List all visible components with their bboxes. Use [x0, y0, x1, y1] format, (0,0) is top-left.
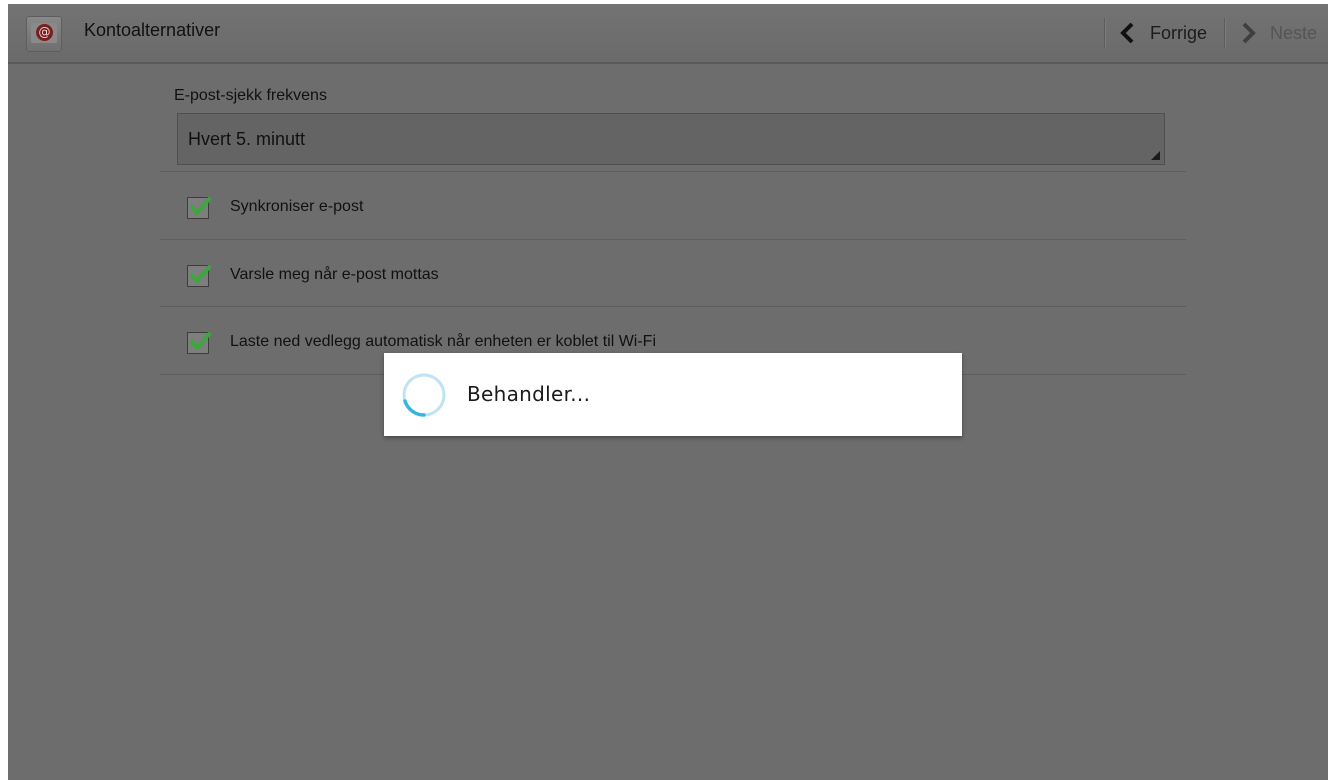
notify-label: Varsle meg når e-post mottas [230, 266, 439, 283]
next-button[interactable]: Neste [1240, 14, 1317, 52]
prev-label: Forrige [1150, 22, 1208, 43]
chevron-right-icon [1242, 22, 1256, 44]
sync-email-checkbox[interactable] [187, 196, 212, 219]
next-label: Neste [1270, 22, 1318, 43]
dialog-message: Behandler... [467, 382, 591, 406]
checkmark-icon [189, 264, 212, 283]
divider [160, 306, 1186, 307]
download-attachments-label: Laste ned vedlegg automatisk når enheten… [230, 333, 657, 350]
notify-checkbox[interactable] [187, 264, 212, 287]
action-bar: @ Kontoalternativer Forrige Neste [8, 4, 1328, 64]
divider [1104, 18, 1106, 48]
checkmark-icon [189, 196, 212, 215]
download-attachments-checkbox[interactable] [187, 331, 212, 354]
frequency-select[interactable]: Hvert 5. minutt [177, 113, 1165, 165]
progress-dialog: Behandler... [384, 353, 962, 436]
option-notify[interactable]: Varsle meg når e-post mottas [160, 241, 1186, 307]
prev-button[interactable]: Forrige [1120, 14, 1207, 52]
divider [160, 171, 1186, 172]
sync-email-label: Synkroniser e-post [230, 198, 364, 215]
at-sign-icon: @ [36, 24, 53, 41]
loading-spinner-icon [402, 373, 446, 417]
divider [1224, 18, 1226, 48]
option-sync-email[interactable]: Synkroniser e-post [160, 173, 1186, 239]
chevron-left-icon [1120, 22, 1134, 44]
divider [160, 239, 1186, 240]
frequency-label: E-post-sjekk frekvens [174, 87, 327, 104]
checkmark-icon [189, 331, 212, 350]
email-app-icon[interactable]: @ [26, 16, 62, 52]
dropdown-corner-icon [1151, 151, 1160, 160]
page-title: Kontoalternativer [84, 20, 221, 40]
screen: @ Kontoalternativer Forrige Neste E-post… [8, 4, 1328, 780]
frequency-value: Hvert 5. minutt [188, 129, 306, 149]
